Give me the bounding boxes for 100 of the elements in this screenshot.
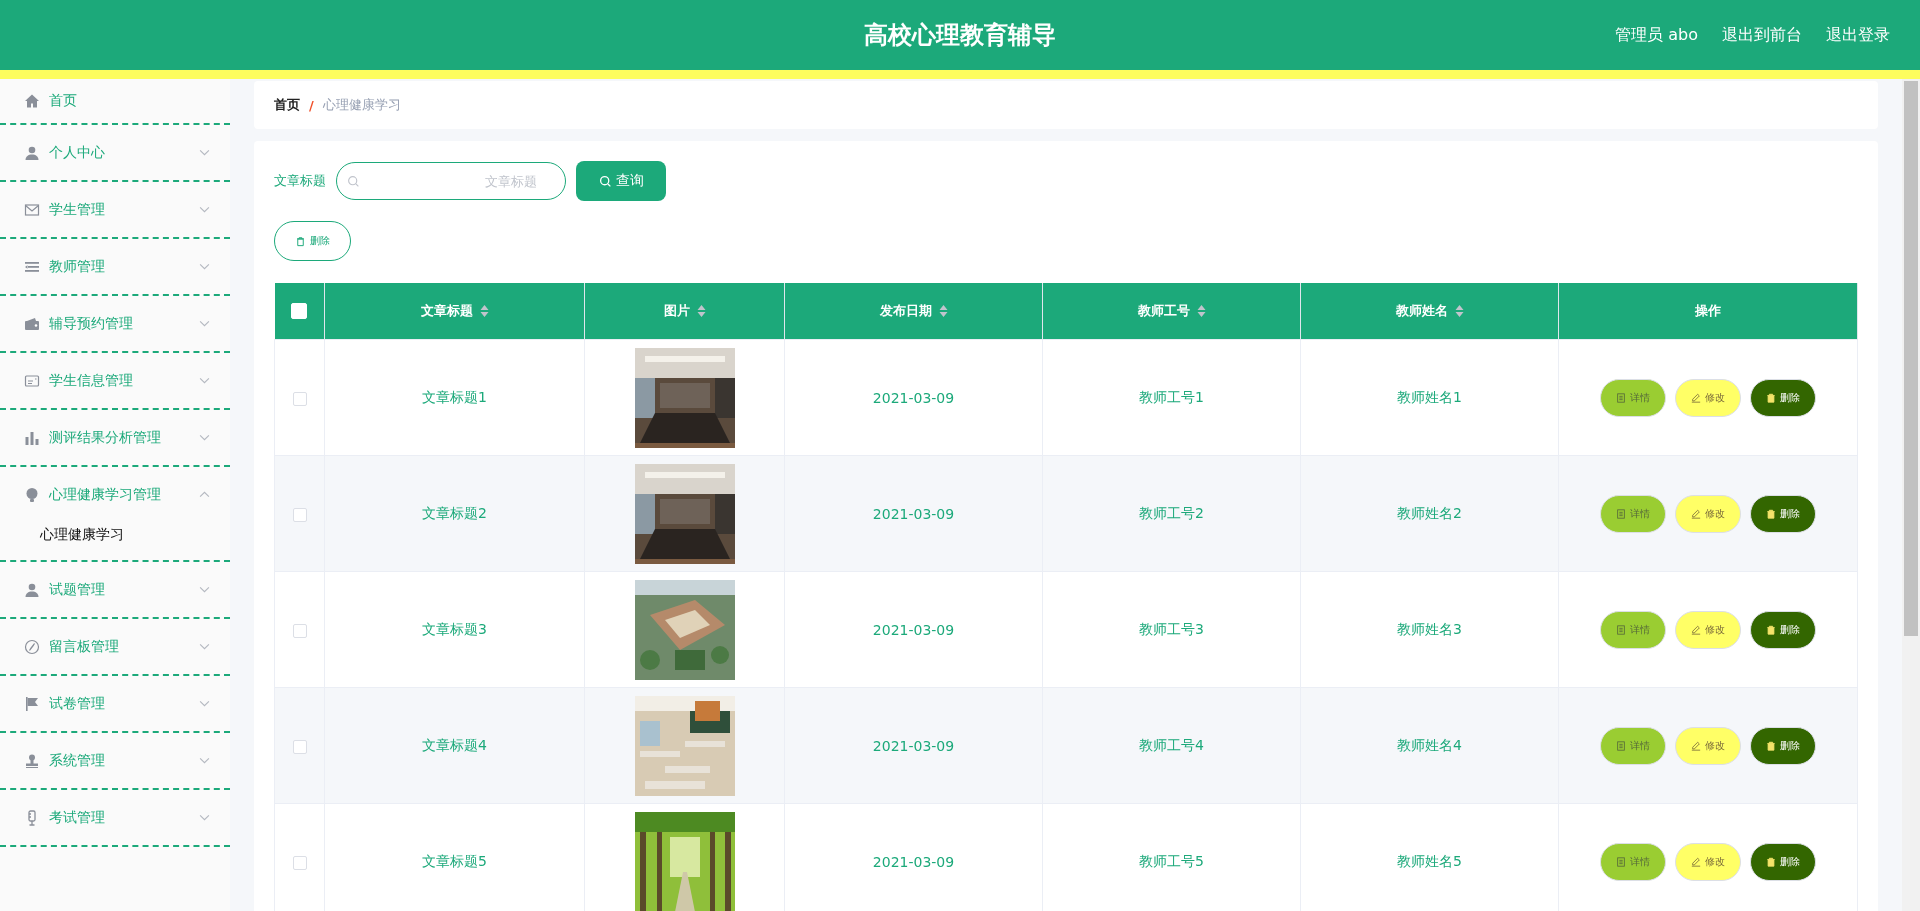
table-cell: 2021-03-09 <box>872 389 955 406</box>
chevron-icon[interactable] <box>199 757 210 764</box>
detail-button[interactable]: 详情 <box>1600 610 1666 649</box>
breadcrumb-separator: / <box>309 97 314 113</box>
table-cell: 文章标题3 <box>422 620 487 637</box>
delete-button[interactable]: 删除 <box>1750 842 1816 881</box>
sidebar-item[interactable]: 试题管理 <box>49 580 199 599</box>
pencil-icon <box>1691 392 1701 403</box>
sidebar-item[interactable]: 测评结果分析管理 <box>49 428 199 447</box>
sidebar-item[interactable]: 学生信息管理 <box>49 371 199 390</box>
search-label: 文章标题 <box>274 172 326 190</box>
detail-button[interactable]: 详情 <box>1600 726 1666 765</box>
edit-button[interactable]: 修改 <box>1675 726 1741 765</box>
sidebar-item[interactable]: 教师管理 <box>49 257 199 276</box>
table-cell: 教师姓名5 <box>1397 852 1462 869</box>
checkbox[interactable] <box>292 391 307 406</box>
table-cell: 2021-03-09 <box>872 737 955 754</box>
trash-icon <box>1766 856 1776 867</box>
card-icon <box>24 372 40 389</box>
breadcrumb-link[interactable]: 首页 <box>274 96 300 114</box>
sidebar-item[interactable]: 首页 <box>49 92 210 110</box>
sidebar-item[interactable]: 心理健康学习管理 <box>49 485 199 504</box>
sidebar-item[interactable]: 辅导预约管理 <box>49 314 199 333</box>
chevron-icon[interactable] <box>199 643 210 650</box>
delete-button[interactable]: 删除 <box>1750 378 1816 417</box>
table-cell: 教师工号4 <box>1139 736 1204 753</box>
trash-icon <box>1766 508 1776 519</box>
wallet-icon <box>24 315 40 332</box>
document-icon <box>1616 508 1626 519</box>
edit-button[interactable]: 修改 <box>1675 842 1741 881</box>
detail-button[interactable]: 详情 <box>1600 378 1666 417</box>
sidebar-item[interactable]: 个人中心 <box>49 143 199 162</box>
chevron-icon[interactable] <box>199 320 210 327</box>
pencil-icon <box>1691 856 1701 867</box>
chevron-icon[interactable] <box>199 700 210 707</box>
sort-icon[interactable] <box>479 305 489 317</box>
submenu-item[interactable]: 心理健康学习 <box>0 522 230 560</box>
search-button[interactable]: 查询 <box>576 161 666 201</box>
checkbox[interactable] <box>292 739 307 754</box>
sort-icon[interactable] <box>696 305 706 317</box>
pencil-icon <box>1691 740 1701 751</box>
scrollbar[interactable] <box>1902 79 1920 911</box>
table-cell: 2021-03-09 <box>872 505 955 522</box>
table-cell: 教师工号5 <box>1139 852 1204 869</box>
search-field[interactable]: 文章标题 <box>336 162 566 200</box>
delete-button[interactable]: 删除 <box>1750 610 1816 649</box>
user-label: 管理员 abo <box>1615 24 1698 46</box>
sidebar-item[interactable]: 留言板管理 <box>49 637 199 656</box>
detail-button[interactable]: 详情 <box>1600 842 1666 881</box>
chevron-icon[interactable] <box>199 206 210 213</box>
chevron-icon[interactable] <box>199 434 210 441</box>
table-cell: 教师姓名4 <box>1397 736 1462 753</box>
column-header: 发布日期 <box>879 302 932 320</box>
chevron-icon[interactable] <box>199 814 210 821</box>
delete-button[interactable]: 删除 <box>274 221 351 261</box>
document-icon <box>1616 856 1626 867</box>
sort-icon[interactable] <box>1196 305 1206 317</box>
trash-icon <box>1766 740 1776 751</box>
pencil-icon <box>1691 508 1701 519</box>
table-cell: 教师工号2 <box>1139 504 1204 521</box>
header-link[interactable]: 退出登录 <box>1826 24 1890 46</box>
sort-icon[interactable] <box>938 305 948 317</box>
delete-button[interactable]: 删除 <box>1750 494 1816 533</box>
trash-icon <box>1766 624 1776 635</box>
delete-button[interactable]: 删除 <box>1750 726 1816 765</box>
edit-button[interactable]: 修改 <box>1675 494 1741 533</box>
column-header: 教师工号 <box>1137 302 1190 320</box>
checkbox[interactable] <box>292 507 307 522</box>
chevron-icon[interactable] <box>199 491 210 498</box>
chevron-icon[interactable] <box>199 586 210 593</box>
column-header: 操作 <box>1695 302 1721 320</box>
document-icon <box>1616 624 1626 635</box>
bulb-icon <box>24 486 40 503</box>
table-cell: 2021-03-09 <box>872 853 955 870</box>
table-cell: 2021-03-09 <box>872 621 955 638</box>
sort-icon[interactable] <box>1454 305 1464 317</box>
table-cell: 文章标题5 <box>422 852 487 869</box>
checkbox[interactable] <box>292 855 307 870</box>
sidebar-item[interactable]: 学生管理 <box>49 200 199 219</box>
sidebar-item[interactable]: 系统管理 <box>49 751 199 770</box>
sidebar-item[interactable]: 考试管理 <box>49 808 199 827</box>
column-header: 文章标题 <box>420 302 473 320</box>
header-link[interactable]: 退出到前台 <box>1722 24 1802 46</box>
table-cell: 教师姓名1 <box>1397 388 1462 405</box>
column-header: 图片 <box>663 302 690 320</box>
chevron-icon[interactable] <box>199 377 210 384</box>
compass-icon <box>24 638 40 655</box>
chevron-icon[interactable] <box>199 149 210 156</box>
detail-button[interactable]: 详情 <box>1600 494 1666 533</box>
sidebar-item[interactable]: 试卷管理 <box>49 694 199 713</box>
trash-icon <box>295 235 306 247</box>
pencil-icon <box>1691 624 1701 635</box>
edit-button[interactable]: 修改 <box>1675 378 1741 417</box>
checkbox[interactable] <box>292 623 307 638</box>
edit-button[interactable]: 修改 <box>1675 610 1741 649</box>
table-cell: 教师姓名3 <box>1397 620 1462 637</box>
person-icon <box>24 581 40 598</box>
chevron-icon[interactable] <box>199 263 210 270</box>
envelope-icon <box>24 201 40 218</box>
flag-icon <box>24 695 40 712</box>
